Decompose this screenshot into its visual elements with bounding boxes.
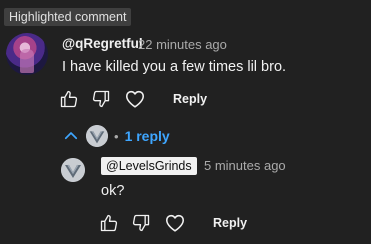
separator-dot: • [114,128,119,144]
heart-icon[interactable] [124,88,146,110]
reply-text: ok? [101,183,125,199]
avatar[interactable] [6,33,48,75]
reply-time[interactable]: 5 minutes ago [204,158,286,173]
highlighted-comment-badge: Highlighted comment [4,8,132,26]
thumbs-up-icon[interactable] [59,89,79,109]
comment-thread: Highlighted comment @qRegretful 22 minut… [0,0,371,244]
comment-time[interactable]: 22 minutes ago [138,37,227,52]
replies-toggle[interactable]: • 1 reply [62,124,170,148]
thumbs-down-icon[interactable] [131,213,151,233]
reply-author[interactable]: @LevelsGrinds [101,157,197,175]
avatar[interactable] [61,158,85,182]
creator-avatar [86,125,108,147]
thumbs-down-icon[interactable] [91,89,111,109]
chevron-up-icon [62,127,80,145]
reply-button[interactable]: Reply [173,92,207,106]
reply-count[interactable]: 1 reply [125,128,170,144]
comment-text: I have killed you a few times lil bro. [62,59,287,75]
reply-button[interactable]: Reply [213,216,247,230]
thumbs-up-icon[interactable] [99,213,119,233]
comment-author[interactable]: @qRegretful [62,36,143,51]
heart-icon[interactable] [164,212,186,234]
